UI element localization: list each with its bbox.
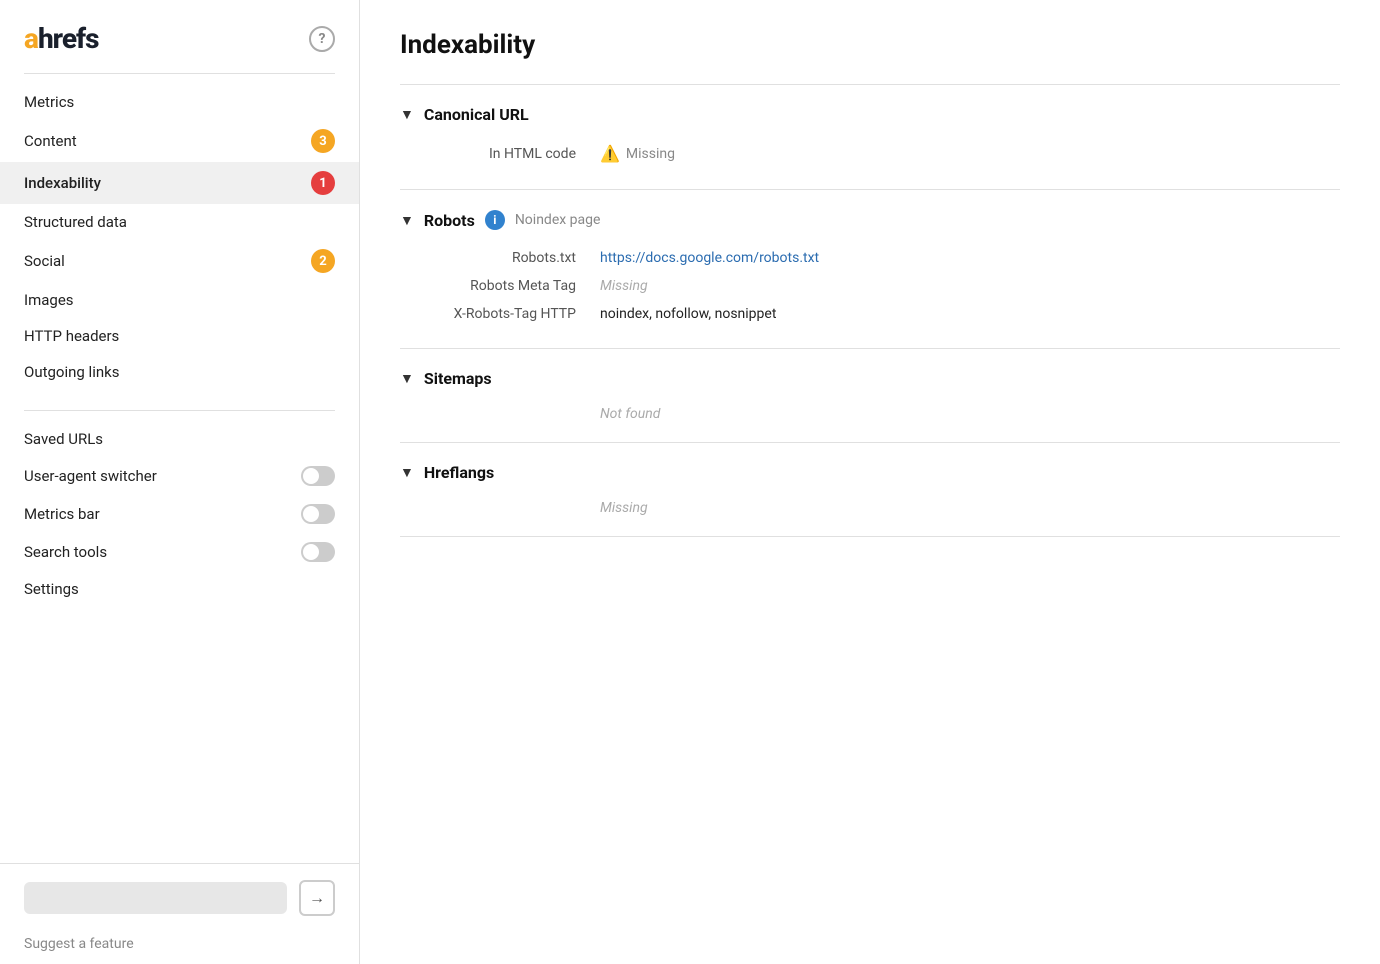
warning-icon: ⚠️ <box>600 144 620 163</box>
sidebar-item-metrics[interactable]: Metrics <box>0 84 359 120</box>
sidebar-item-search-tools[interactable]: Search tools <box>0 533 359 571</box>
info-badge-robots: i <box>485 210 505 230</box>
sidebar-item-label-http-headers: HTTP headers <box>24 327 335 345</box>
section-empty-hreflangs: Missing <box>400 496 1340 516</box>
sidebar-item-images[interactable]: Images <box>0 282 359 318</box>
sidebar: ahrefs ? MetricsContent3Indexability1Str… <box>0 0 360 964</box>
section-robots: ▼ Robotsi Noindex page Robots.txthttps://do… <box>400 190 1340 349</box>
suggest-bar <box>24 882 287 914</box>
sidebar-item-label-content: Content <box>24 132 311 150</box>
sidebar-item-label-metrics: Metrics <box>24 93 335 111</box>
section-header-robots: ▼ Robotsi Noindex page <box>400 210 1340 230</box>
row-value-italic: Missing <box>600 278 648 294</box>
section-header-sitemaps: ▼ Sitemaps <box>400 369 1340 388</box>
section-collapse-icon-sitemaps[interactable]: ▼ <box>400 370 414 387</box>
sidebar-item-http-headers[interactable]: HTTP headers <box>0 318 359 354</box>
suggest-arrow[interactable]: → <box>299 880 335 916</box>
section-collapse-icon-hreflangs[interactable]: ▼ <box>400 464 414 481</box>
sidebar-item-label-search-tools: Search tools <box>24 543 301 561</box>
section-hreflangs: ▼ Hreflangs Missing <box>400 443 1340 537</box>
toggle-search-tools[interactable] <box>301 542 335 562</box>
primary-nav: MetricsContent3Indexability1Structured d… <box>0 74 359 400</box>
sidebar-item-label-social: Social <box>24 252 311 270</box>
toggle-metrics-bar[interactable] <box>301 504 335 524</box>
sidebar-item-metrics-bar[interactable]: Metrics bar <box>0 495 359 533</box>
section-row: Robots Meta TagMissing <box>400 272 1340 300</box>
sidebar-item-saved-urls[interactable]: Saved URLs <box>0 421 359 457</box>
section-title-hreflangs: Hreflangs <box>424 463 494 482</box>
row-label: In HTML code <box>420 146 600 162</box>
section-title-canonical-url: Canonical URL <box>424 105 529 124</box>
sidebar-item-label-settings: Settings <box>24 580 335 598</box>
sidebar-item-settings[interactable]: Settings <box>0 571 359 607</box>
sidebar-item-outgoing-links[interactable]: Outgoing links <box>0 354 359 390</box>
section-collapse-icon-robots[interactable]: ▼ <box>400 212 414 229</box>
page-title: Indexability <box>400 30 1340 60</box>
suggest-label: Suggest a feature <box>0 932 359 964</box>
logo-text: hrefs <box>38 22 99 55</box>
warning-text: Missing <box>626 146 675 162</box>
row-link[interactable]: https://docs.google.com/robots.txt <box>600 250 819 266</box>
section-header-hreflangs: ▼ Hreflangs <box>400 463 1340 482</box>
badge-social: 2 <box>311 249 335 273</box>
row-label: Robots.txt <box>420 250 600 266</box>
sidebar-item-label-indexability: Indexability <box>24 174 311 192</box>
section-title-sitemaps: Sitemaps <box>424 369 492 388</box>
logo-a: a <box>24 22 38 55</box>
sidebar-item-content[interactable]: Content3 <box>0 120 359 162</box>
sidebar-item-user-agent-switcher[interactable]: User-agent switcher <box>0 457 359 495</box>
section-row: In HTML code⚠️ Missing <box>400 138 1340 169</box>
sidebar-item-label-saved-urls: Saved URLs <box>24 430 335 448</box>
toggle-user-agent-switcher[interactable] <box>301 466 335 486</box>
section-canonical-url: ▼ Canonical URL In HTML code⚠️ Missing <box>400 85 1340 190</box>
sidebar-item-indexability[interactable]: Indexability1 <box>0 162 359 204</box>
sidebar-bottom: → <box>0 863 359 932</box>
sidebar-item-structured-data[interactable]: Structured data <box>0 204 359 240</box>
section-header-canonical-url: ▼ Canonical URL <box>400 105 1340 124</box>
help-icon[interactable]: ? <box>309 26 335 52</box>
section-sitemaps: ▼ Sitemaps Not found <box>400 349 1340 443</box>
section-title-robots: Robots <box>424 211 475 230</box>
sidebar-item-social[interactable]: Social2 <box>0 240 359 282</box>
sidebar-item-label-images: Images <box>24 291 335 309</box>
logo: ahrefs <box>24 22 99 55</box>
badge-indexability: 1 <box>311 171 335 195</box>
row-value: noindex, nofollow, nosnippet <box>600 306 776 322</box>
sidebar-item-label-structured-data: Structured data <box>24 213 335 231</box>
row-label: X-Robots-Tag HTTP <box>420 306 600 322</box>
main-content: Indexability ▼ Canonical URL In HTML code⚠… <box>360 0 1380 964</box>
section-empty-sitemaps: Not found <box>400 402 1340 422</box>
nav-section-divider <box>24 410 335 411</box>
badge-content: 3 <box>311 129 335 153</box>
sidebar-item-label-user-agent-switcher: User-agent switcher <box>24 467 301 485</box>
row-label: Robots Meta Tag <box>420 278 600 294</box>
warning-value: ⚠️ Missing <box>600 144 675 163</box>
section-row: Robots.txthttps://docs.google.com/robots… <box>400 244 1340 272</box>
sidebar-item-label-outgoing-links: Outgoing links <box>24 363 335 381</box>
section-row: X-Robots-Tag HTTPnoindex, nofollow, nosn… <box>400 300 1340 328</box>
sidebar-header: ahrefs ? <box>0 0 359 73</box>
section-subtitle-robots: Noindex page <box>515 212 601 228</box>
section-collapse-icon-canonical-url[interactable]: ▼ <box>400 106 414 123</box>
sidebar-item-label-metrics-bar: Metrics bar <box>24 505 301 523</box>
